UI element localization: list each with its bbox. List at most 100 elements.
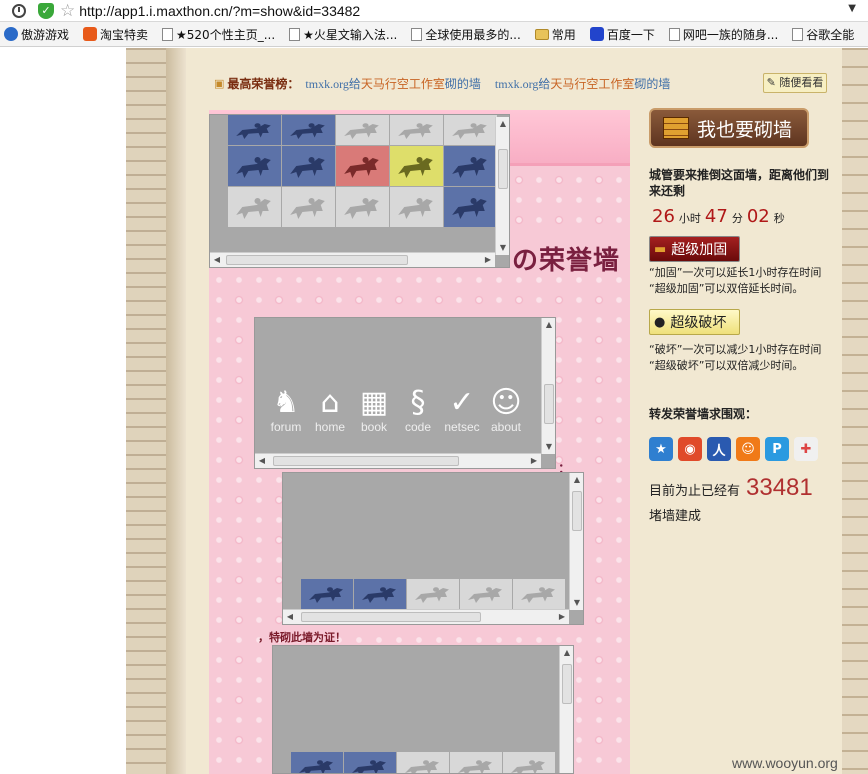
share-plus-icon[interactable]: ✚ — [794, 437, 818, 461]
horse-tile — [354, 579, 406, 609]
honor-link[interactable]: tmxk.org给天马行空工作室砌的墙 — [495, 75, 671, 92]
horse-tile — [390, 115, 443, 145]
baidu-icon — [589, 27, 604, 41]
bookmark-item[interactable]: 网吧一族的随身... — [668, 26, 778, 43]
embedded-frame-4[interactable]: ▲ — [272, 645, 574, 774]
vertical-scrollbar[interactable]: ▲ ▼ — [569, 473, 583, 610]
page-icon — [289, 27, 301, 41]
horse-tile — [336, 187, 389, 227]
address-bar: ✓ ☆ http://app1.i.maxthon.cn/?m=show&id=… — [0, 0, 868, 22]
horse-tile — [282, 146, 335, 186]
site-nav-icons: ♞ forum ⌂ home ▦ book § code ✓ netsec ☺ about — [265, 382, 527, 435]
horse-tile — [282, 187, 335, 227]
horizontal-scrollbar[interactable]: ◀ ▶ — [283, 609, 569, 624]
horse-tile — [291, 752, 343, 773]
share-title: 转发荣誉墙求围观： — [649, 407, 758, 421]
brick-icon: ▬ — [654, 241, 667, 257]
taobao-icon — [83, 27, 98, 41]
horse-tile — [513, 579, 565, 609]
honor-ranking-bar: ▣ 最高荣誉榜： tmxk.org给天马行空工作室砌的墙 tmxk.org给天马… — [214, 74, 834, 92]
bookmark-folder[interactable]: 常用 — [534, 26, 576, 43]
super-reinforce-button[interactable]: ▬ 超级加固 — [649, 236, 740, 262]
page-icon — [792, 27, 804, 41]
honor-label: 最高荣誉榜： — [227, 76, 300, 91]
random-view-button[interactable]: ✎ 随便看看 — [763, 73, 827, 93]
weibo-icon[interactable]: ◉ — [678, 437, 702, 461]
wall-count-suffix: 堵墙建成 — [649, 509, 702, 524]
netsec-icon: ✓ — [449, 384, 475, 420]
horse-tile — [336, 146, 389, 186]
page-icon — [668, 27, 680, 41]
embedded-frame-2[interactable]: ♞ forum ⌂ home ▦ book § code ✓ netsec ☺ about … — [254, 317, 556, 469]
horse-tile — [397, 752, 449, 773]
book-icon: ▦ — [359, 384, 389, 420]
nav-book[interactable]: ▦ book — [353, 382, 395, 435]
code-icon: § — [410, 384, 426, 420]
horse-tile — [444, 146, 497, 186]
horizontal-scrollbar[interactable]: ◀ ▶ — [210, 252, 495, 267]
vertical-scrollbar[interactable]: ▲ ▼ — [495, 117, 509, 255]
nav-home[interactable]: ⌂ home — [309, 382, 351, 435]
build-wall-button[interactable]: 我也要砌墙 — [649, 108, 809, 148]
nav-code[interactable]: § code — [397, 382, 439, 435]
bookmark-item[interactable]: ★火星文输入法... — [289, 26, 397, 43]
wall-count-number: 33481 — [746, 474, 813, 501]
vertical-scrollbar[interactable]: ▲ ▼ — [541, 318, 555, 454]
destroy-note: “破坏”一次可以减少1小时存在时间 “超级破坏”可以双倍减少时间。 — [649, 343, 822, 372]
super-destroy-button[interactable]: ● 超级破坏 — [649, 309, 740, 335]
page-icon — [411, 27, 423, 41]
bookmark-item[interactable]: 全球使用最多的... — [411, 26, 521, 43]
knight-icon: ♞ — [272, 384, 300, 420]
horse-tile — [444, 115, 497, 145]
renren-icon[interactable]: 人 — [707, 437, 731, 461]
bookmark-item[interactable]: 淘宝特卖 — [83, 26, 148, 43]
horse-tile — [228, 115, 281, 145]
horse-tile — [503, 752, 555, 773]
horizontal-scrollbar[interactable]: ◀ ▶ — [255, 453, 541, 468]
house-icon: ⌂ — [320, 384, 340, 420]
qzone-star-icon[interactable]: ★ — [649, 437, 673, 461]
horse-tile — [407, 579, 459, 609]
brick-border-right — [842, 48, 868, 774]
wall-edge — [166, 48, 186, 774]
url-field[interactable]: http://app1.i.maxthon.cn/?m=show&id=3348… — [79, 3, 360, 19]
horse-tile — [460, 579, 512, 609]
horse-tile — [336, 115, 389, 145]
nav-netsec[interactable]: ✓ netsec — [441, 382, 483, 435]
security-shield-icon[interactable]: ✓ — [38, 2, 54, 19]
nav-forum[interactable]: ♞ forum — [265, 382, 307, 435]
horse-tile — [282, 115, 335, 145]
reinforce-note: “加固”一次可以延长1小时存在时间 “超级加固”可以双倍延长时间。 — [649, 266, 822, 295]
bookmarks-bar: 傲游游戏 淘宝特卖 ★520个性主页_... ★火星文输入法... 全球使用最多… — [0, 22, 868, 47]
horse-tile — [344, 752, 396, 773]
bookmark-item[interactable]: 百度一下 — [589, 26, 655, 43]
page-icon — [162, 27, 174, 41]
horse-tile-grid — [291, 752, 555, 773]
brick-icon — [663, 117, 689, 139]
favorite-star-icon[interactable]: ☆ — [60, 2, 75, 19]
watermark: www.wooyun.org — [732, 755, 838, 771]
bookmark-item[interactable]: 傲游游戏 — [4, 26, 69, 43]
bookmark-item[interactable]: ★520个性主页_... — [162, 26, 275, 43]
horse-tile — [228, 146, 281, 186]
embedded-frame-3[interactable]: ▲ ▼ ◀ ▶ — [282, 472, 584, 625]
wall-count: 目前为止已经有 33481 — [649, 474, 813, 501]
nav-about[interactable]: ☺ about — [485, 382, 527, 435]
honor-link[interactable]: tmxk.org给天马行空工作室砌的墙 — [305, 75, 481, 92]
embedded-frame-1[interactable]: ▲ ▼ ◀ ▶ — [209, 114, 510, 268]
maxthon-icon — [4, 27, 18, 41]
kaixin-icon[interactable]: ☺ — [736, 437, 760, 461]
trophy-icon: ▣ — [214, 76, 225, 90]
bomb-icon: ● — [654, 314, 666, 330]
pengyou-icon[interactable]: P — [765, 437, 789, 461]
horse-tile-grid — [228, 115, 497, 227]
horse-tile — [228, 187, 281, 227]
countdown-timer: 26 小时 47 分 02 秒 — [652, 206, 785, 227]
horse-tile — [450, 752, 502, 773]
horse-tile — [390, 146, 443, 186]
history-icon[interactable] — [12, 3, 26, 18]
chevron-down-icon[interactable]: ▼ — [848, 3, 856, 14]
horse-tile-grid — [301, 579, 565, 609]
bookmark-item[interactable]: 谷歌全能 — [792, 26, 854, 43]
vertical-scrollbar[interactable]: ▲ — [559, 646, 573, 773]
